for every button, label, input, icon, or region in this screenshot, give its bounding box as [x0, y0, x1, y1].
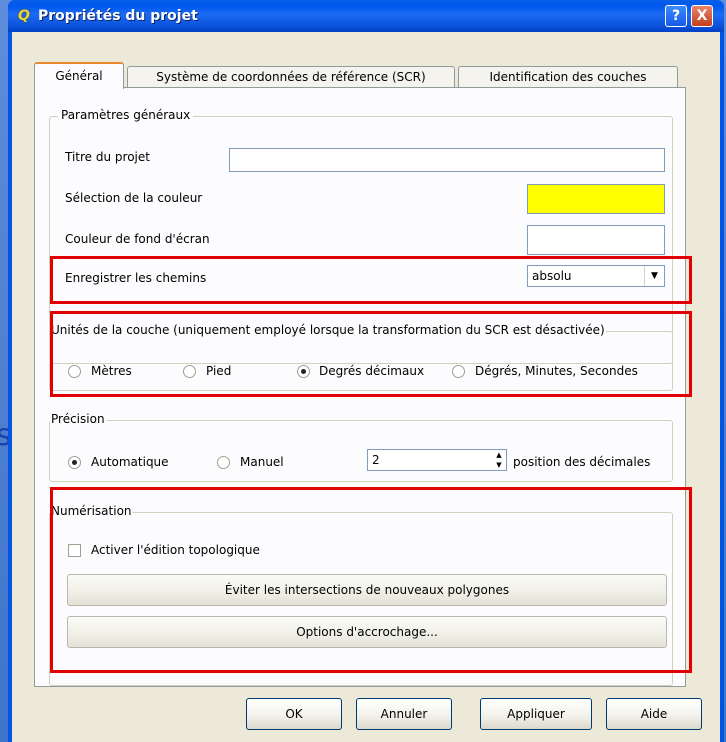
units-decimal-degrees-radio[interactable] — [297, 365, 310, 378]
tab-bar: Général Système de coordonnées de référe… — [34, 62, 684, 89]
snapping-options-button[interactable]: Options d'accrochage... — [67, 616, 667, 648]
qgis-app-icon: Q — [18, 8, 30, 24]
precision-group: Précision — [49, 412, 673, 482]
digitizing-title: Numérisation — [50, 504, 133, 518]
project-title-input[interactable] — [229, 148, 665, 172]
project-title-label: Titre du projet — [65, 150, 150, 164]
spin-buttons: ▲ ▼ — [492, 450, 506, 470]
units-feet-label: Pied — [206, 364, 232, 378]
dialog-client-area: Général Système de coordonnées de référe… — [12, 32, 720, 742]
cancel-button[interactable]: Annuler — [356, 698, 452, 730]
background-color-swatch[interactable] — [527, 225, 665, 255]
close-button[interactable]: X — [691, 5, 713, 27]
tab-layer-identification[interactable]: Identification des couches — [458, 66, 678, 88]
save-paths-label: Enregistrer les chemins — [65, 271, 207, 285]
topological-editing-label: Activer l'édition topologique — [91, 543, 260, 557]
precision-manual-radio[interactable] — [217, 456, 230, 469]
precision-title: Précision — [50, 412, 106, 426]
layer-units-group: Unités de la couche (uniquement employé … — [49, 323, 673, 391]
selection-color-swatch[interactable] — [527, 184, 665, 214]
decimal-places-spinbox[interactable]: 2 ▲ ▼ — [367, 449, 507, 471]
apply-button[interactable]: Appliquer — [480, 698, 592, 730]
help-button[interactable]: Aide — [606, 698, 702, 730]
spin-up-icon[interactable]: ▲ — [492, 450, 506, 460]
units-dms-radio[interactable] — [452, 365, 465, 378]
help-title-button[interactable]: ? — [665, 5, 687, 27]
units-dms-label: Dégrés, Minutes, Secondes — [475, 364, 638, 378]
units-decimal-degrees-label: Degrés décimaux — [319, 364, 425, 378]
save-paths-value: absolu — [532, 269, 572, 283]
precision-automatic-label: Automatique — [91, 455, 169, 469]
precision-automatic-radio[interactable] — [68, 456, 81, 469]
units-meters-radio[interactable] — [68, 365, 81, 378]
save-paths-combo[interactable]: absolu ▼ — [527, 265, 665, 287]
avoid-intersections-button[interactable]: Éviter les intersections de nouveaux pol… — [67, 574, 667, 606]
decimal-places-suffix: position des décimales — [513, 455, 651, 469]
precision-manual-label: Manuel — [240, 455, 284, 469]
window-title: Propriétés du projet — [38, 8, 198, 24]
color-selection-label: Sélection de la couleur — [65, 191, 203, 205]
topological-editing-checkbox[interactable] — [68, 544, 81, 557]
project-properties-dialog: Q Propriétés du projet ? X Général Systè… — [8, 0, 724, 742]
ok-button[interactable]: OK — [246, 698, 342, 730]
tab-crs[interactable]: Système de coordonnées de référence (SCR… — [127, 66, 455, 88]
decimal-places-value: 2 — [372, 453, 380, 467]
layer-units-title: Unités de la couche (uniquement employé … — [50, 323, 606, 337]
units-meters-label: Mètres — [91, 364, 132, 378]
chevron-down-icon[interactable]: ▼ — [644, 266, 664, 286]
units-feet-radio[interactable] — [183, 365, 196, 378]
title-bar[interactable]: Q Propriétés du projet ? X — [8, 0, 724, 32]
background-color-label: Couleur de fond d'écran — [65, 232, 210, 246]
general-tab-panel: Paramètres généraux Titre du projet Séle… — [34, 87, 686, 687]
tab-general[interactable]: Général — [34, 62, 124, 89]
general-params-title: Paramètres généraux — [58, 108, 194, 122]
spin-down-icon[interactable]: ▼ — [492, 460, 506, 470]
